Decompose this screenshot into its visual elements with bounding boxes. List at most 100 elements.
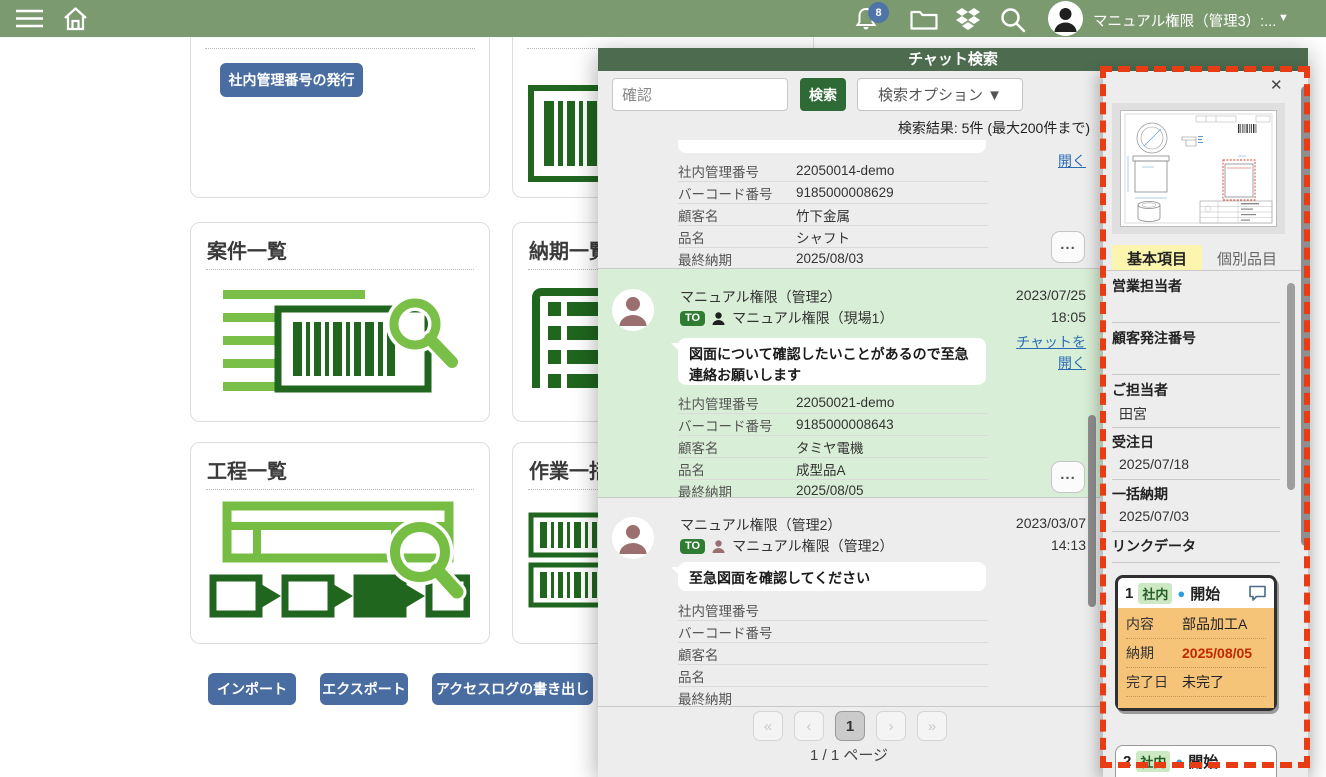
internal-badge: 社内 xyxy=(1136,751,1170,772)
detail-row: 顧客名 xyxy=(678,643,988,665)
result-details: 社内管理番号22050014-demo バーコード番号9185000008629… xyxy=(678,160,988,269)
person-icon xyxy=(711,311,726,326)
drawing-thumbnail[interactable] xyxy=(1112,103,1285,234)
pagination-footer: « ‹ 1 › » 1 / 1 ページ xyxy=(598,706,1100,777)
message-date: 2023/07/25 xyxy=(1016,287,1086,303)
prev-page-button[interactable]: ‹ xyxy=(794,711,824,741)
detail-row: バーコード番号9185000008629 xyxy=(678,182,988,204)
field-contact-person: ご担当者 田宮 xyxy=(1112,380,1280,428)
open-chat-link[interactable]: 開く xyxy=(1058,353,1086,373)
current-page-button[interactable]: 1 xyxy=(835,711,865,741)
more-actions-button[interactable]: ... xyxy=(1051,461,1085,493)
avatar xyxy=(612,289,654,331)
search-button[interactable]: 検索 xyxy=(800,78,846,111)
divider xyxy=(205,48,475,49)
first-page-button[interactable]: « xyxy=(753,711,783,741)
search-input[interactable] xyxy=(612,78,788,111)
message-bubble-fragment xyxy=(678,140,986,153)
open-chat-link[interactable]: チャットを xyxy=(1016,332,1086,352)
panel-scrollbar[interactable] xyxy=(1287,283,1295,490)
process-row: 内容 部品加工A xyxy=(1126,610,1266,639)
close-icon[interactable]: ✕ xyxy=(1270,76,1283,94)
tab-individual-items[interactable]: 個別品目 xyxy=(1206,245,1288,271)
case-list-search-icon xyxy=(215,282,465,407)
message-time: 18:05 xyxy=(1051,309,1086,325)
technical-drawing xyxy=(1120,110,1277,227)
open-link[interactable]: 開く xyxy=(1058,151,1086,171)
user-avatar[interactable] xyxy=(1048,1,1083,36)
card-koutei-title: 工程一覧 xyxy=(207,455,287,484)
app-root: 社内管理番号の発行 案件一覧 xyxy=(0,0,1326,777)
dropbox-icon[interactable] xyxy=(955,7,981,31)
more-actions-button[interactable]: ... xyxy=(1051,231,1085,263)
recipient-name: マニュアル権限（管理2） xyxy=(732,536,893,556)
result-details: 社内管理番号22050021-demo バーコード番号9185000008643… xyxy=(678,392,988,501)
message-bubble: 図面について確認したいことがあるので至急連絡お願いします xyxy=(678,338,986,385)
to-badge: TO xyxy=(680,539,705,554)
field-order-date: 受注日 2025/07/18 xyxy=(1112,432,1280,480)
recipient-line: TO マニュアル権限（管理2） xyxy=(680,537,893,555)
recipient-line: TO マニュアル権限（現場1） xyxy=(680,309,893,327)
avatar xyxy=(612,517,654,559)
issue-number-button[interactable]: 社内管理番号の発行 xyxy=(220,63,363,97)
hamburger-menu-icon[interactable] xyxy=(16,9,43,28)
process-card-1[interactable]: 1 社内 ● 開始 内容 部品加工A 納期 2025/08/05 完了日 xyxy=(1115,575,1277,711)
detail-row: 社内管理番号22050014-demo xyxy=(678,160,988,182)
result-summary: 検索結果: 5件 (最大200件まで) xyxy=(788,118,1090,138)
status-dot: ● xyxy=(1177,586,1185,601)
status-dot: ● xyxy=(1175,754,1183,769)
detail-row: 社内管理番号22050021-demo xyxy=(678,392,988,414)
card-anken-title: 案件一覧 xyxy=(207,235,287,264)
detail-row: 顧客名タミヤ電機 xyxy=(678,436,988,458)
process-row: 完了日 未完了 xyxy=(1126,668,1266,697)
chat-bubble-icon[interactable] xyxy=(1248,585,1267,602)
detail-row: 品名成型品A xyxy=(678,458,988,480)
modal-title: チャット検索 xyxy=(598,48,1308,71)
message-time: 14:13 xyxy=(1051,537,1086,553)
divider xyxy=(206,489,474,490)
import-button[interactable]: インポート xyxy=(208,673,296,705)
user-menu-label: マニュアル権限（管理3）:... xyxy=(1093,10,1276,31)
process-row: 納期 2025/08/05 xyxy=(1126,639,1266,668)
detail-row: 社内管理番号 xyxy=(678,599,988,621)
last-page-button[interactable]: » xyxy=(917,711,947,741)
person-icon xyxy=(711,539,726,554)
next-page-button[interactable]: › xyxy=(876,711,906,741)
process-card-2[interactable]: 2 社内 ● 開始 xyxy=(1115,745,1277,777)
notification-badge[interactable]: 8 xyxy=(868,2,889,23)
sender-name: マニュアル権限（管理2） xyxy=(680,287,841,307)
result-details: 社内管理番号 バーコード番号 顧客名 品名 最終納期 xyxy=(678,599,988,708)
field-link-data: リンクデータ xyxy=(1112,536,1280,563)
field-customer-order-no: 顧客発注番号 xyxy=(1112,328,1280,375)
folder-icon[interactable] xyxy=(910,9,938,30)
process-card-header: 1 社内 ● 開始 xyxy=(1118,578,1274,608)
detail-row: 顧客名竹下金属 xyxy=(678,204,988,226)
divider xyxy=(206,269,474,270)
recipient-name: マニュアル権限（現場1） xyxy=(732,308,893,328)
internal-badge: 社内 xyxy=(1138,583,1172,604)
tab-basic-items[interactable]: 基本項目 xyxy=(1112,245,1202,271)
card-nouki-title: 納期一覧 xyxy=(529,235,609,264)
chevron-down-icon[interactable]: ▼ xyxy=(1278,12,1289,24)
page-indicator: 1 / 1 ページ xyxy=(598,744,1100,765)
process-flow-search-icon xyxy=(205,500,470,625)
detail-row: バーコード番号 xyxy=(678,621,988,643)
chat-list-scrollbar[interactable] xyxy=(1088,415,1096,607)
detail-side-panel: ✕ xyxy=(1103,71,1308,777)
message-bubble: 至急図面を確認してください xyxy=(678,562,986,591)
home-icon[interactable] xyxy=(62,5,89,32)
to-badge: TO xyxy=(680,311,705,326)
process-card-header: 2 社内 ● 開始 xyxy=(1116,746,1276,776)
search-icon[interactable] xyxy=(999,6,1026,33)
search-options-button[interactable]: 検索オプション ▼ xyxy=(857,78,1023,111)
detail-row: 最終納期2025/08/03 xyxy=(678,248,988,269)
message-date: 2023/03/07 xyxy=(1016,515,1086,531)
sender-name: マニュアル権限（管理2） xyxy=(680,515,841,535)
access-log-button[interactable]: アクセスログの書き出し xyxy=(432,673,593,705)
export-button[interactable]: エクスポート xyxy=(320,673,408,705)
modal-scrollbar[interactable] xyxy=(1301,86,1310,546)
card-sagyou-title: 作業一括 xyxy=(529,455,609,484)
process-card-body: 内容 部品加工A 納期 2025/08/05 完了日 未完了 xyxy=(1118,608,1274,708)
detail-row: バーコード番号9185000008643 xyxy=(678,414,988,436)
divider xyxy=(1103,270,1308,271)
